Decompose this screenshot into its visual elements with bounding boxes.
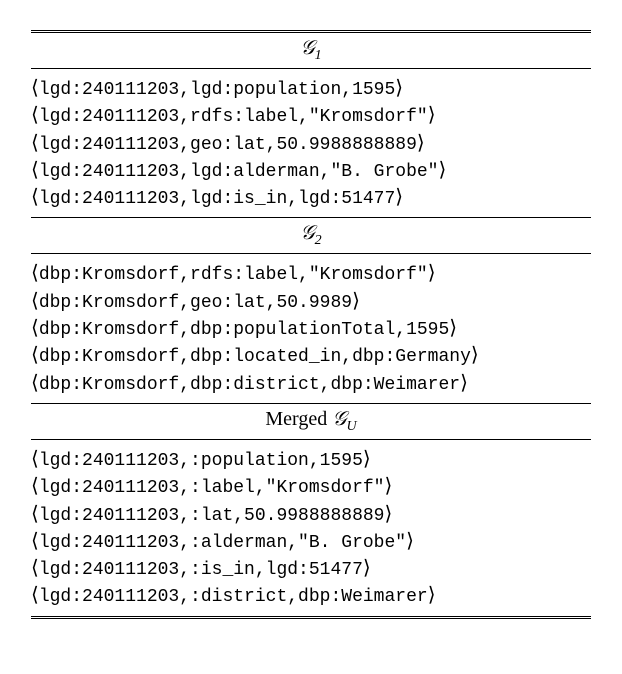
triple-text: lgd:240111203,lgd:is_in,lgd:51477: [39, 189, 395, 209]
triple-text: dbp:Kromsdorf,dbp:district,dbp:Weimarer: [39, 375, 460, 395]
table-row: ⟨lgd:240111203,:lat,50.9988888889⟩: [31, 501, 591, 528]
triple-text: lgd:240111203,geo:lat,50.9988888889: [39, 135, 417, 155]
table-row: ⟨lgd:240111203,lgd:is_in,lgd:51477⟩: [31, 184, 591, 211]
table-row: ⟨dbp:Kromsdorf,rdfs:label,"Kromsdorf"⟩: [31, 260, 591, 287]
table-row: ⟨lgd:240111203,geo:lat,50.9988888889⟩: [31, 130, 591, 157]
triple-text: dbp:Kromsdorf,geo:lat,50.9989: [39, 293, 352, 313]
g2-subscript: 2: [315, 233, 322, 248]
table-row: ⟨lgd:240111203,:is_in,lgd:51477⟩: [31, 555, 591, 582]
g2-symbol: 𝒢: [300, 222, 314, 244]
table-row: ⟨lgd:240111203,:population,1595⟩: [31, 446, 591, 473]
section-header-g1: 𝒢1: [31, 33, 591, 69]
triple-text: dbp:Kromsdorf,dbp:populationTotal,1595: [39, 320, 449, 340]
triple-text: lgd:240111203,rdfs:label,"Kromsdorf": [39, 107, 428, 127]
triple-text: lgd:240111203,:is_in,lgd:51477: [39, 560, 363, 580]
g1-triples: ⟨lgd:240111203,lgd:population,1595⟩ ⟨lgd…: [31, 69, 591, 217]
section-header-merged: Merged 𝒢U: [31, 403, 591, 440]
table-row: ⟨lgd:240111203,:alderman,"B. Grobe"⟩: [31, 528, 591, 555]
merged-subscript: U: [346, 419, 356, 434]
bottom-double-rule: [31, 616, 591, 619]
g2-triples: ⟨dbp:Kromsdorf,rdfs:label,"Kromsdorf"⟩ ⟨…: [31, 254, 591, 402]
merged-prefix: Merged: [265, 408, 332, 430]
merged-symbol: 𝒢: [332, 408, 346, 430]
table-row: ⟨dbp:Kromsdorf,dbp:populationTotal,1595⟩: [31, 315, 591, 342]
table-row: ⟨lgd:240111203,lgd:alderman,"B. Grobe"⟩: [31, 157, 591, 184]
triple-text: lgd:240111203,:alderman,"B. Grobe": [39, 533, 406, 553]
g1-symbol: 𝒢: [300, 37, 314, 59]
triple-text: lgd:240111203,:lat,50.9988888889: [39, 506, 385, 526]
table-row: ⟨dbp:Kromsdorf,dbp:district,dbp:Weimarer…: [31, 370, 591, 397]
triple-text: lgd:240111203,:label,"Kromsdorf": [39, 478, 385, 498]
triple-text: lgd:240111203,:population,1595: [39, 451, 363, 471]
triple-text: lgd:240111203,lgd:alderman,"B. Grobe": [39, 162, 439, 182]
triple-text: dbp:Kromsdorf,rdfs:label,"Kromsdorf": [39, 265, 428, 285]
triple-text: dbp:Kromsdorf,dbp:located_in,dbp:Germany: [39, 347, 471, 367]
table-row: ⟨lgd:240111203,rdfs:label,"Kromsdorf"⟩: [31, 102, 591, 129]
table-row: ⟨lgd:240111203,:label,"Kromsdorf"⟩: [31, 473, 591, 500]
merged-triples: ⟨lgd:240111203,:population,1595⟩ ⟨lgd:24…: [31, 440, 591, 616]
table-row: ⟨dbp:Kromsdorf,geo:lat,50.9989⟩: [31, 288, 591, 315]
triple-text: lgd:240111203,lgd:population,1595: [39, 80, 395, 100]
triple-text: lgd:240111203,:district,dbp:Weimarer: [39, 587, 428, 607]
kg-alignment-table: 𝒢1 ⟨lgd:240111203,lgd:population,1595⟩ ⟨…: [31, 30, 591, 619]
table-row: ⟨dbp:Kromsdorf,dbp:located_in,dbp:German…: [31, 342, 591, 369]
g1-subscript: 1: [315, 48, 322, 63]
table-row: ⟨lgd:240111203,:district,dbp:Weimarer⟩: [31, 582, 591, 609]
table-row: ⟨lgd:240111203,lgd:population,1595⟩: [31, 75, 591, 102]
section-header-g2: 𝒢2: [31, 217, 591, 254]
